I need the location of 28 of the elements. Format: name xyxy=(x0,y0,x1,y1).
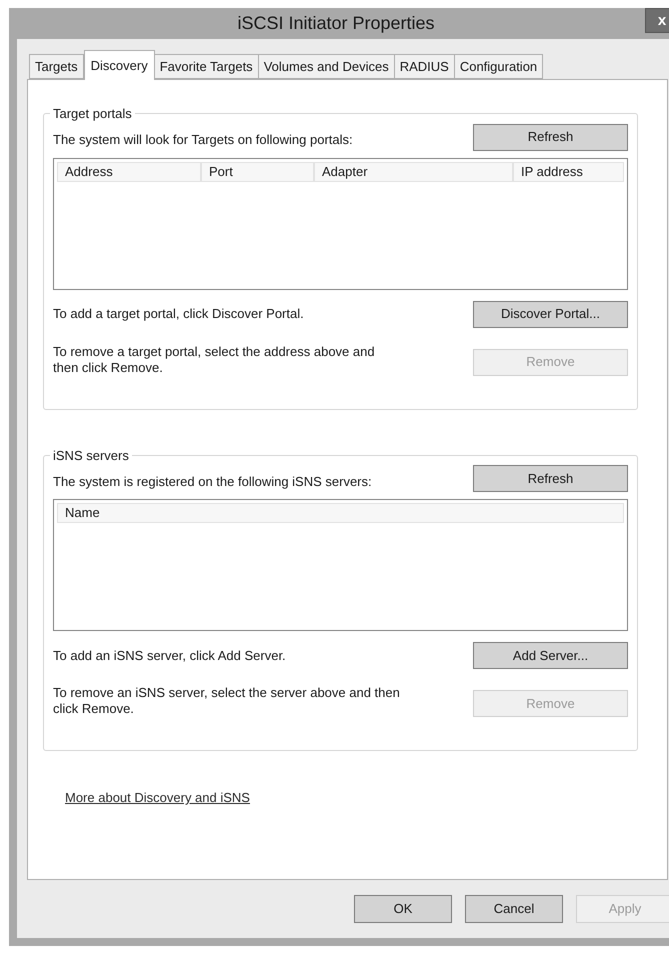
instruction-text: To add a target portal, click Discover Portal. xyxy=(53,305,304,324)
refresh-button[interactable]: Refresh xyxy=(473,465,628,492)
add-button[interactable]: Discover Portal... xyxy=(473,300,628,328)
tab[interactable]: Configuration xyxy=(454,54,544,79)
tab[interactable]: RADIUS xyxy=(394,54,455,79)
column-header[interactable]: Port xyxy=(201,162,314,182)
column-header[interactable]: Name xyxy=(57,503,624,523)
description-text: The system is registered on the following iSNS servers: xyxy=(53,472,372,491)
refresh-button[interactable]: Refresh xyxy=(473,124,628,150)
column-header[interactable]: Address xyxy=(57,162,201,182)
column-header[interactable]: Adapter xyxy=(314,162,513,182)
group-label: iSNS servers xyxy=(52,446,130,464)
tab[interactable]: Volumes and Devices xyxy=(258,54,395,79)
instruction-text: To add an iSNS server, click Add Server. xyxy=(53,646,286,665)
help-link[interactable]: More about Discovery and iSNS xyxy=(65,788,250,808)
add-button[interactable]: Add Server... xyxy=(473,642,628,669)
instruction-text: To remove a target portal, select the address above and then click Remove. xyxy=(53,344,376,376)
close-button[interactable]: x xyxy=(645,8,669,33)
tab[interactable]: Favorite Targets xyxy=(154,54,259,79)
tab[interactable]: Discovery xyxy=(84,50,155,80)
dialog-button[interactable]: Cancel xyxy=(465,895,563,923)
window-title: iSCSI Initiator Properties xyxy=(237,12,435,35)
instruction-text: To remove an iSNS server, select the server above and then click Remove. xyxy=(53,685,401,717)
tab[interactable]: Targets xyxy=(29,54,84,79)
group-label: Target portals xyxy=(52,105,133,123)
description-text: The system will look for Targets on following portals: xyxy=(53,131,353,149)
column-header[interactable]: IP address xyxy=(513,162,624,182)
dialog-button[interactable]: OK xyxy=(354,895,452,923)
